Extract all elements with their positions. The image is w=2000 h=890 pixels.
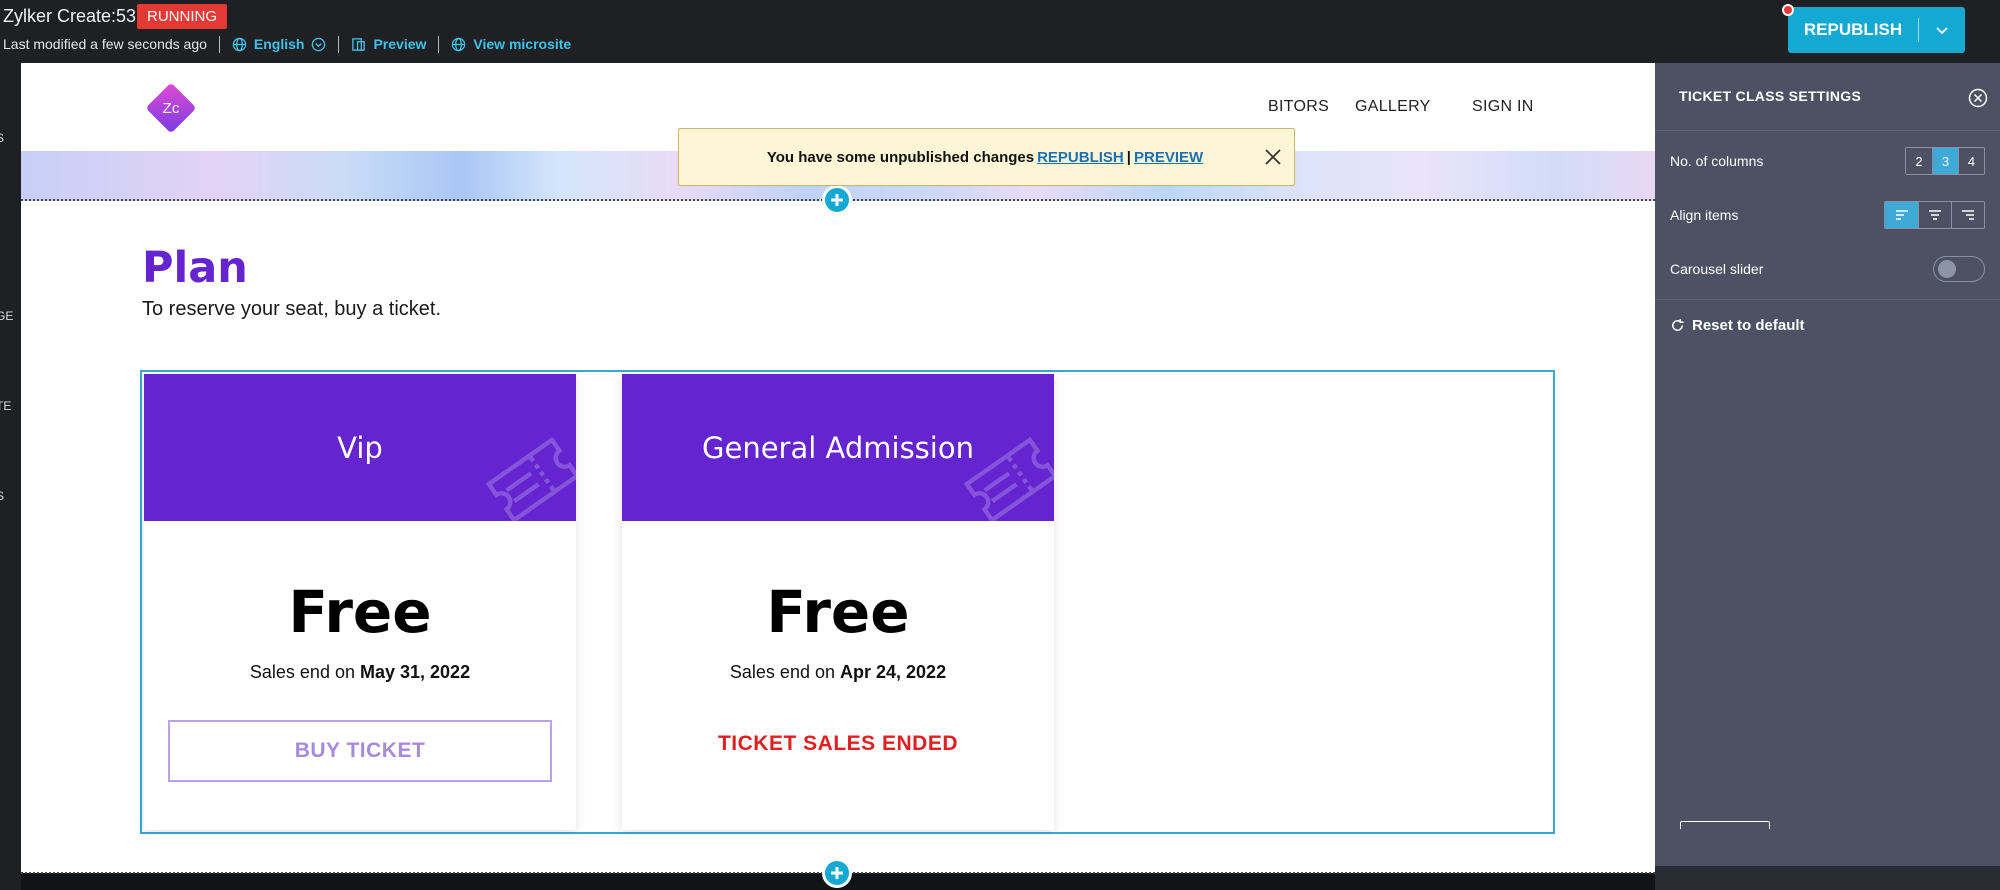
status-badge: RUNNING — [137, 4, 227, 29]
last-modified-text: Last modified a few seconds ago — [3, 36, 207, 52]
section-title: Plan — [142, 243, 248, 293]
ticket-name: Vip — [337, 430, 383, 465]
ticket-icon — [485, 436, 576, 521]
align-right-icon — [1962, 210, 1974, 220]
sales-end-date: May 31, 2022 — [360, 662, 471, 682]
preview-icon — [352, 37, 366, 51]
banner-republish-link[interactable]: REPUBLISH — [1037, 149, 1124, 166]
buy-ticket-button[interactable]: BUY TICKET — [168, 720, 552, 782]
sales-end-prefix: Sales end on — [249, 662, 355, 682]
sales-end-prefix: Sales end on — [729, 662, 835, 682]
align-left-button[interactable] — [1885, 202, 1918, 228]
sidebar-item[interactable]: GE — [0, 309, 13, 323]
carousel-toggle[interactable] — [1933, 256, 1985, 282]
ticket-header: Vip — [144, 374, 576, 521]
meta-row: Last modified a few seconds ago English … — [3, 34, 571, 54]
sidebar-item[interactable]: TE — [0, 399, 11, 413]
ticket-price: Free — [288, 578, 432, 646]
republish-button[interactable]: REPUBLISH — [1788, 7, 1965, 53]
banner-preview-link[interactable]: PREVIEW — [1134, 149, 1203, 166]
sidebar-item[interactable]: S — [0, 131, 4, 145]
republish-label: REPUBLISH — [1803, 20, 1903, 39]
plus-icon — [831, 194, 843, 206]
language-label: English — [253, 36, 305, 52]
left-sidebar: S GE TE S — [0, 63, 21, 890]
panel-footer — [1655, 866, 2000, 890]
chevron-down-icon — [1936, 27, 1948, 35]
ticket-price: Free — [766, 578, 910, 646]
preview-label: Preview — [373, 36, 427, 52]
reset-label: Reset to default — [1692, 317, 1805, 334]
ticket-sales-ended-label: TICKET SALES ENDED — [717, 732, 959, 755]
logo-text: Zc — [163, 100, 180, 117]
divider — [218, 35, 220, 53]
panel-footer-button[interactable] — [1680, 821, 1770, 829]
chevron-down-icon — [312, 37, 326, 51]
align-setting: Align items — [1670, 200, 1985, 230]
add-section-button[interactable] — [822, 858, 852, 888]
ticket-class-block[interactable]: Vip Free Sales end on May 31, 2022 BUY T… — [140, 370, 1555, 834]
toggle-knob — [1938, 260, 1956, 278]
carousel-label: Carousel slider — [1670, 261, 1764, 277]
ticket-sales-end: Sales end on Apr 24, 2022 — [622, 662, 1054, 683]
sales-end-date: Apr 24, 2022 — [840, 662, 947, 682]
unpublished-changes-banner: You have some unpublished changes REPUBL… — [678, 128, 1295, 186]
close-circle-icon[interactable] — [1968, 88, 1988, 108]
align-center-icon — [1929, 210, 1941, 220]
columns-label: No. of columns — [1670, 153, 1764, 169]
zylker-logo: Zc — [147, 84, 195, 132]
nav-item-gallery[interactable]: GALLERY — [1355, 98, 1431, 116]
notification-dot — [1782, 4, 1794, 16]
preview-link[interactable]: Preview — [351, 36, 426, 52]
banner-message: You have some unpublished changes — [766, 148, 1035, 166]
globe-icon — [232, 37, 247, 51]
ticket-class-settings-panel: TICKET CLASS SETTINGS No. of columns 2 3… — [1655, 63, 2000, 890]
event-title: Zylker Create:53 — [3, 6, 137, 26]
divider — [1655, 299, 2000, 300]
align-center-button[interactable] — [1918, 202, 1951, 228]
columns-setting: No. of columns 2 3 4 — [1670, 146, 1985, 176]
ticket-name: General Admission — [702, 430, 974, 465]
divider — [438, 35, 440, 53]
carousel-setting: Carousel slider — [1670, 254, 1985, 284]
ticket-card: General Admission Free Sales end on Apr … — [622, 374, 1054, 830]
ticket-header: General Admission — [622, 374, 1054, 521]
columns-option-2[interactable]: 2 — [1906, 148, 1932, 174]
refresh-icon — [1672, 318, 1684, 331]
align-label: Align items — [1670, 207, 1739, 223]
panel-title: TICKET CLASS SETTINGS — [1679, 88, 1862, 104]
view-microsite-link[interactable]: View microsite — [451, 36, 571, 52]
nav-item-exhibitors[interactable]: BITORS — [1268, 98, 1329, 116]
columns-selector: 2 3 4 — [1905, 147, 1985, 175]
reset-to-default-button[interactable]: Reset to default — [1670, 317, 1805, 334]
editor-canvas: Zc BITORS GALLERY SIGN IN Plan To reserv… — [21, 63, 1655, 890]
globe-icon — [452, 37, 466, 51]
banner-separator: | — [1126, 148, 1131, 166]
add-section-button[interactable] — [822, 185, 852, 215]
sidebar-item[interactable]: S — [0, 489, 4, 503]
columns-option-3[interactable]: 3 — [1932, 148, 1958, 174]
ticket-sales-end: Sales end on May 31, 2022 — [144, 662, 576, 683]
section-subtitle: To reserve your seat, buy a ticket. — [142, 298, 442, 320]
republish-dropdown[interactable] — [1919, 23, 1965, 37]
panel-header: TICKET CLASS SETTINGS — [1655, 63, 2000, 131]
align-selector — [1884, 201, 1985, 229]
language-selector[interactable]: English — [232, 36, 327, 52]
top-bar: Zylker Create:53 RUNNING Last modified a… — [0, 0, 2000, 63]
columns-option-4[interactable]: 4 — [1958, 148, 1984, 174]
nav-item-sign-in[interactable]: SIGN IN — [1472, 98, 1534, 116]
plus-icon — [831, 867, 843, 879]
ticket-icon — [963, 436, 1054, 521]
view-microsite-label: View microsite — [473, 36, 572, 52]
align-right-button[interactable] — [1951, 202, 1984, 228]
align-left-icon — [1895, 210, 1908, 220]
divider — [338, 35, 340, 53]
ticket-card: Vip Free Sales end on May 31, 2022 BUY T… — [144, 374, 576, 830]
close-icon[interactable] — [1262, 146, 1284, 168]
